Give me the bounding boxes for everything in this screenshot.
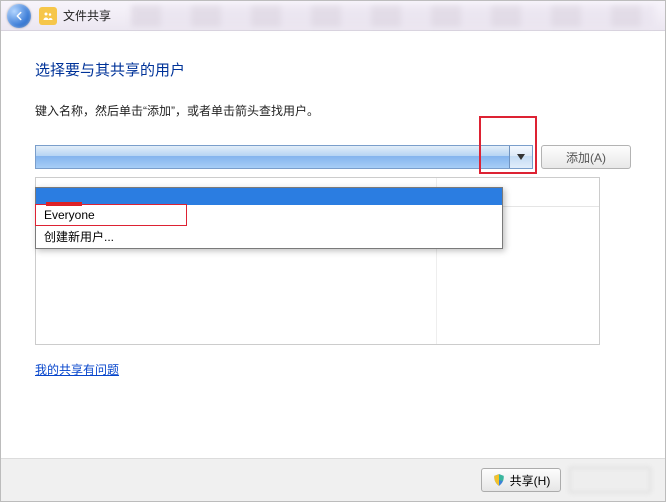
user-input[interactable] [36, 146, 509, 168]
footer: 共享(H) [1, 458, 665, 501]
user-input-row: 添加(A) [35, 145, 631, 169]
dropdown-highlight [36, 188, 502, 205]
dropdown-item-create-user[interactable]: 创建新用户... [36, 225, 502, 248]
chevron-down-icon [517, 154, 525, 160]
titlebar: 文件共享 [1, 1, 665, 31]
arrow-left-icon [12, 9, 26, 23]
share-button-label: 共享(H) [510, 472, 551, 489]
dropdown-item-everyone[interactable]: Everyone [36, 205, 502, 225]
people-icon [39, 7, 57, 25]
help-link[interactable]: 我的共享有问题 [35, 361, 119, 378]
blurred-region [131, 5, 655, 27]
file-sharing-window: 文件共享 选择要与其共享的用户 键入名称，然后单击“添加”，或者单击箭头查找用户… [0, 0, 666, 502]
shield-icon [492, 473, 506, 487]
share-button[interactable]: 共享(H) [481, 468, 561, 492]
user-combobox[interactable] [35, 145, 533, 169]
user-dropdown: Everyone 创建新用户... [35, 187, 503, 249]
window-title: 文件共享 [63, 7, 111, 24]
combo-dropdown-button[interactable] [509, 146, 532, 168]
page-heading: 选择要与其共享的用户 [35, 59, 631, 80]
cancel-button-blurred[interactable] [569, 467, 651, 493]
add-button[interactable]: 添加(A) [541, 145, 631, 169]
back-button[interactable] [7, 4, 31, 28]
instruction-text: 键入名称，然后单击“添加”，或者单击箭头查找用户。 [35, 102, 631, 119]
